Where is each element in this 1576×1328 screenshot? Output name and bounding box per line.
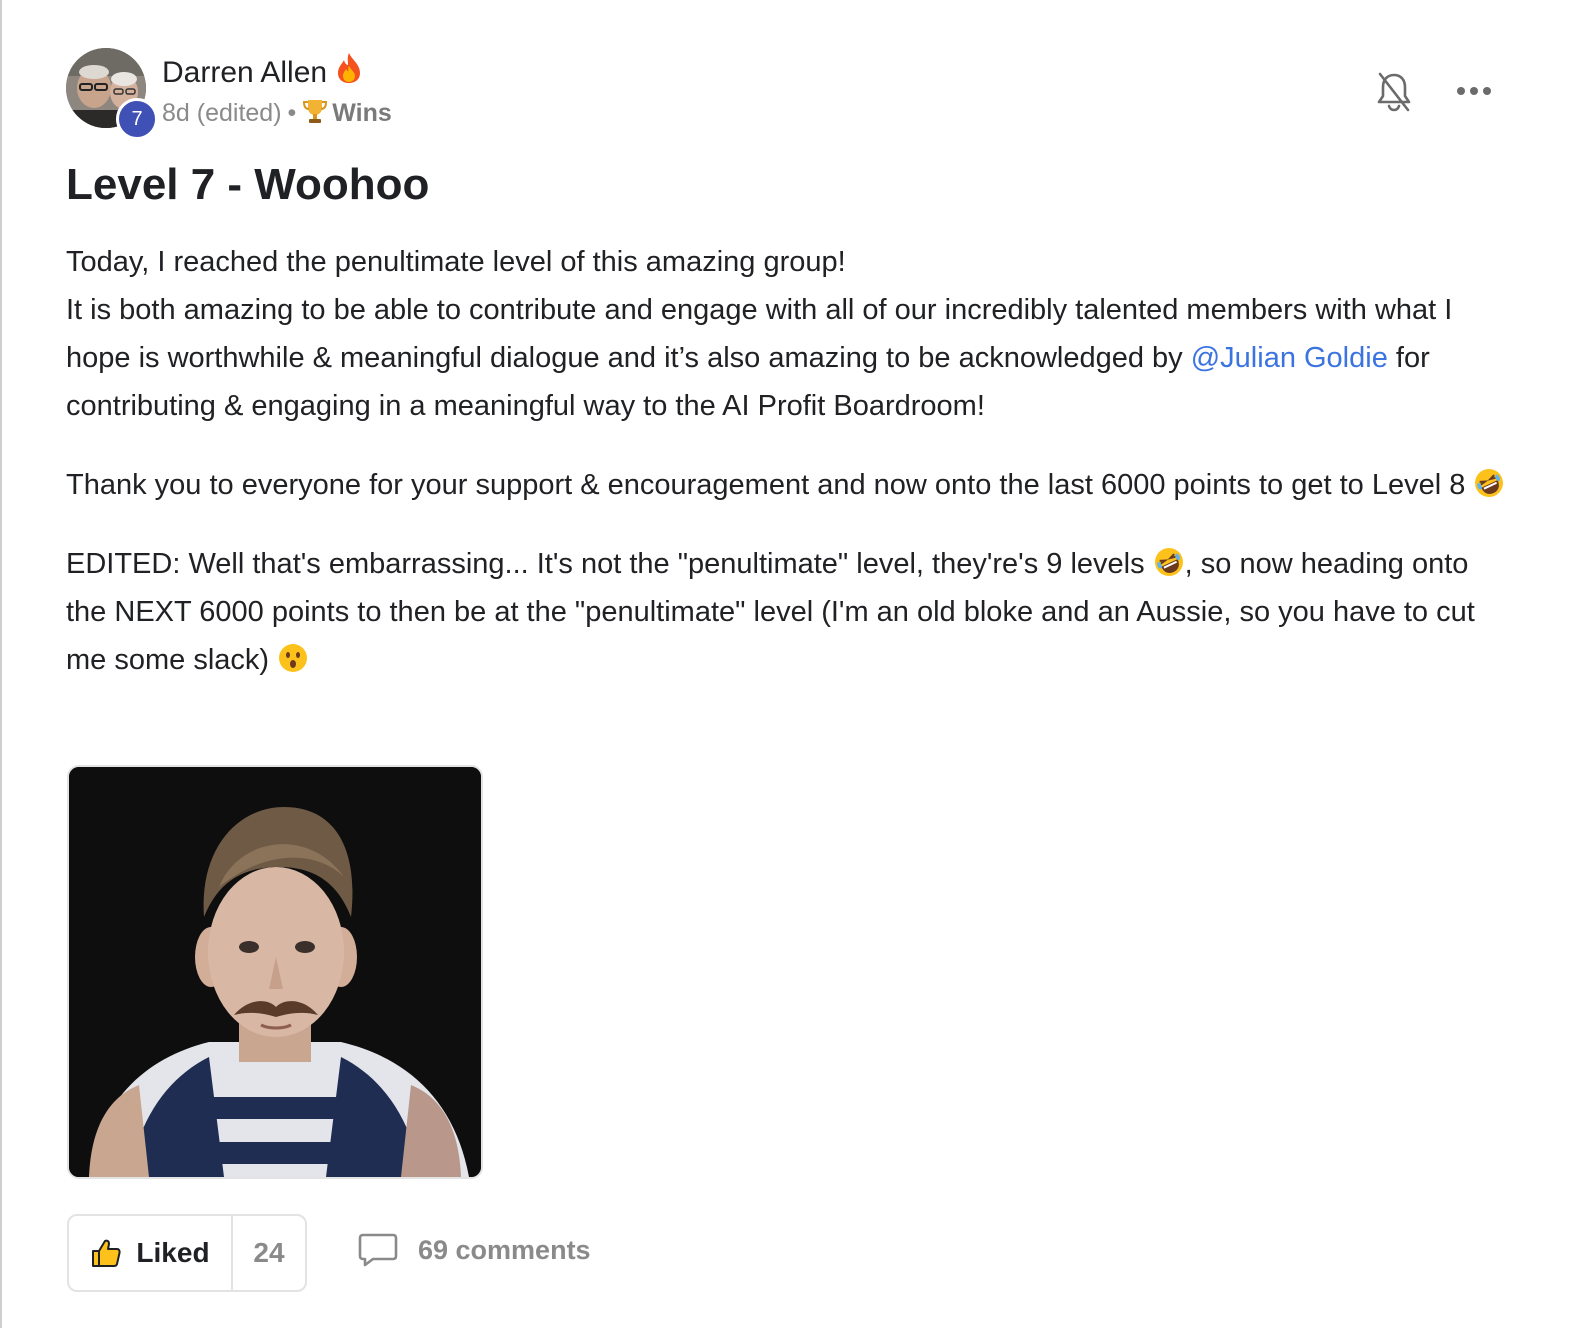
meta-separator: • (287, 99, 297, 127)
comment-bubble-icon (358, 1233, 398, 1267)
post-title: Level 7 - Woohoo (66, 160, 430, 209)
body-paragraph-1: Today, I reached the penultimate level o… (66, 238, 1516, 430)
body-paragraph-2: Thank you to everyone for your support &… (66, 461, 1516, 509)
comments-button[interactable]: 69 comments (358, 1232, 591, 1268)
post-body: Today, I reached the penultimate level o… (66, 238, 1516, 715)
body-line: Today, I reached the penultimate level o… (66, 246, 846, 278)
thumbs-up-icon (92, 1239, 122, 1267)
bell-off-icon (1377, 72, 1411, 112)
gif-image (69, 767, 481, 1177)
post-image[interactable] (67, 765, 483, 1179)
like-count[interactable]: 24 (233, 1216, 305, 1290)
level-badge: 7 (116, 98, 158, 140)
more-options-button[interactable] (1452, 76, 1496, 106)
post-meta: 8d (edited) • Wins (162, 98, 392, 131)
body-text: Thank you to everyone for your support &… (66, 469, 1466, 501)
like-label: Liked (136, 1237, 210, 1268)
hushed-face-emoji-icon (277, 641, 309, 673)
body-paragraph-3: EDITED: Well that's embarrassing... It's… (66, 540, 1516, 684)
ellipsis-icon (1457, 87, 1491, 95)
like-control: Liked 24 (67, 1214, 307, 1292)
rofl-emoji-icon (1473, 466, 1505, 498)
post-category[interactable]: Wins (332, 99, 392, 127)
like-button[interactable]: Liked (69, 1216, 233, 1290)
comments-count: 69 comments (418, 1234, 591, 1265)
fire-icon (335, 52, 363, 92)
trophy-icon (302, 98, 328, 131)
post-time[interactable]: 8d (edited) (162, 99, 282, 127)
post-card: 7 Darren Allen 8d (edited) • Wins Level … (0, 0, 1576, 1328)
author-avatar[interactable]: 7 (66, 48, 158, 140)
body-text: EDITED: Well that's embarrassing... It's… (66, 548, 1145, 580)
author-name[interactable]: Darren Allen (162, 56, 327, 89)
rofl-emoji-icon (1153, 545, 1185, 577)
mention-link[interactable]: @Julian Goldie (1191, 342, 1388, 374)
author-name-row: Darren Allen (162, 52, 363, 92)
notification-bell-button[interactable] (1374, 70, 1414, 114)
